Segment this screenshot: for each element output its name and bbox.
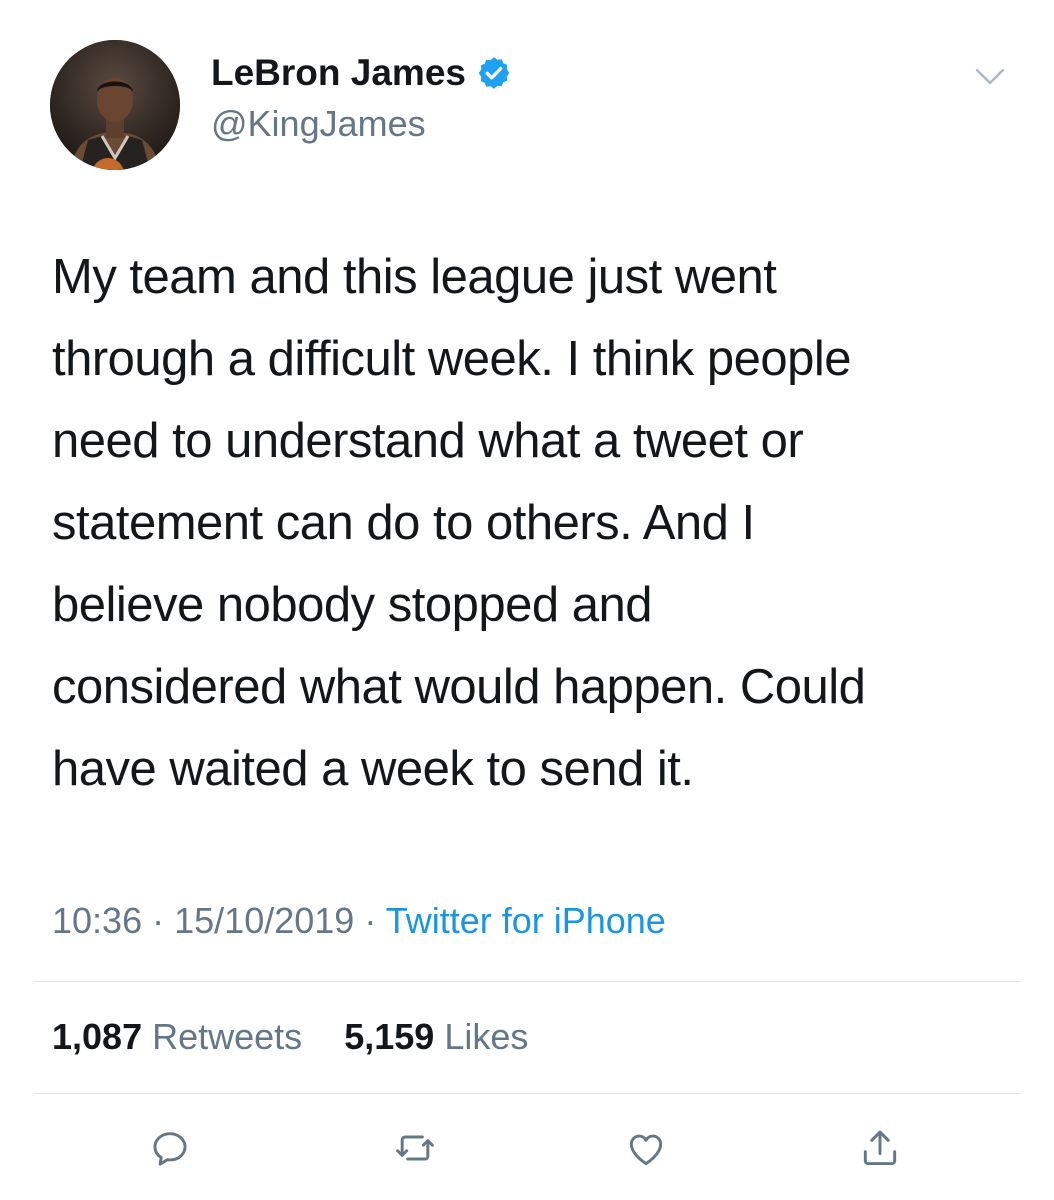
likes-count: 5,159 — [344, 1016, 435, 1057]
tweet-text-line: have waited a week to send it. — [52, 742, 694, 796]
avatar-photo — [50, 40, 180, 170]
retweets-count: 1,087 — [52, 1016, 143, 1057]
tweet-text-line: through a difficult week. I think people — [52, 332, 852, 386]
tweet-text-line: need to understand what a tweet or — [52, 414, 804, 468]
author-handle[interactable]: @KingJames — [211, 103, 426, 145]
like-button[interactable] — [624, 1126, 668, 1170]
retweet-icon — [396, 1135, 434, 1161]
tweet-source-link[interactable]: Twitter for iPhone — [386, 900, 666, 941]
chevron-down-icon[interactable] — [974, 66, 1006, 88]
likes-label: Likes — [444, 1016, 529, 1057]
verified-badge-icon — [476, 55, 512, 91]
share-icon — [863, 1130, 897, 1166]
tweet-text-line: statement can do to others. And I — [52, 496, 755, 550]
tweet-metadata: 10:36 · 15/10/2019 · Twitter for iPhone — [52, 900, 666, 942]
share-button[interactable] — [858, 1126, 902, 1170]
retweets-label: Retweets — [152, 1016, 303, 1057]
avatar[interactable] — [50, 40, 180, 170]
reply-icon — [153, 1132, 187, 1166]
author-name-text: LeBron James — [211, 52, 466, 93]
tweet-time: 10:36 — [52, 900, 143, 941]
tweet-text-line: considered what would happen. Could — [52, 660, 866, 714]
meta-separator: · — [364, 900, 377, 941]
tweet-text-line: believe nobody stopped and — [52, 578, 653, 632]
meta-separator: · — [152, 900, 165, 941]
divider — [34, 1093, 1020, 1094]
tweet-text: My team and this league just went throug… — [52, 236, 1012, 810]
tweet-text-line: My team and this league just went — [52, 250, 777, 304]
heart-icon — [629, 1134, 663, 1166]
author-display-name[interactable]: LeBron James — [211, 52, 512, 94]
retweets-stat[interactable]: 1,087 Retweets — [52, 1016, 312, 1057]
tweet-stats: 1,087 Retweets 5,159 Likes — [52, 1016, 528, 1058]
reply-button[interactable] — [148, 1126, 192, 1170]
likes-stat[interactable]: 5,159 Likes — [344, 1016, 528, 1057]
tweet-date: 15/10/2019 — [174, 900, 355, 941]
divider — [34, 981, 1020, 982]
retweet-button[interactable] — [393, 1126, 437, 1170]
